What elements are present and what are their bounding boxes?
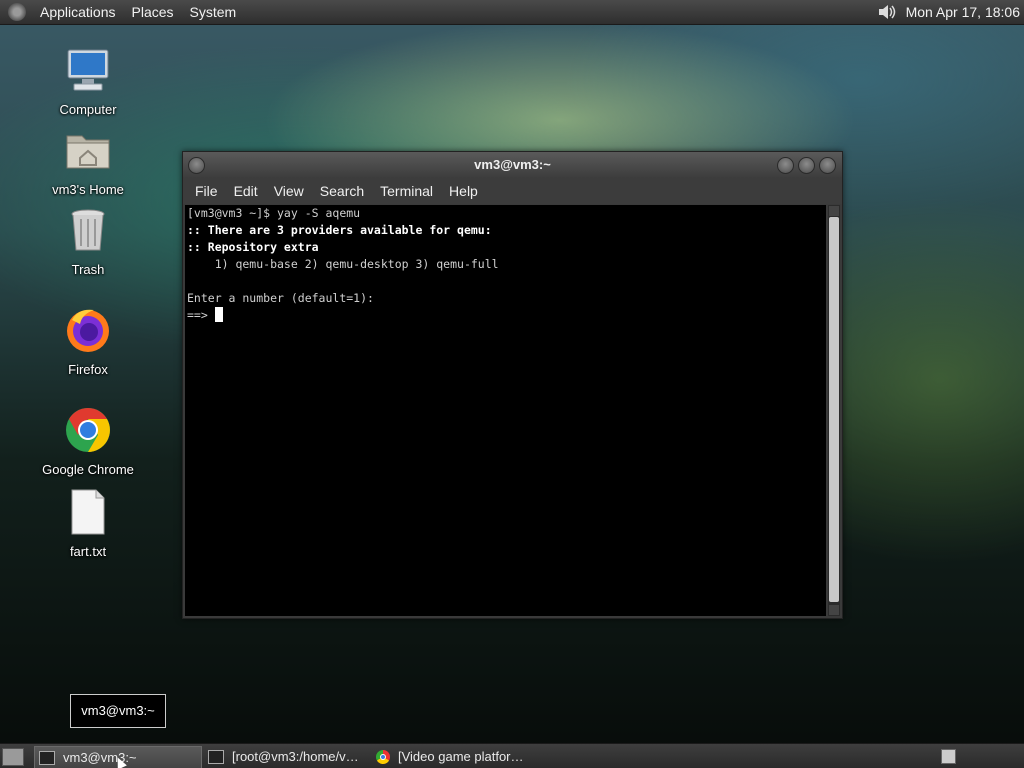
taskbar-tooltip: vm3@vm3:~ [70,694,166,728]
close-button[interactable] [819,157,836,174]
desktop-icon-trash[interactable]: Trash [33,206,143,277]
menu-search[interactable]: Search [312,183,372,199]
scroll-down-arrow-icon[interactable] [829,605,839,615]
desktop-icon-home[interactable]: vm3's Home [33,126,143,197]
terminal-prompt-line[interactable]: ==> [185,307,826,324]
desktop-icon-label: vm3's Home [52,182,124,197]
taskbar-item-label: [Video game platfor… [398,749,524,764]
desktop-icon-computer[interactable]: Computer [33,46,143,117]
scroll-thumb[interactable] [829,217,839,602]
chrome-icon [376,749,390,764]
computer-icon [67,49,109,91]
home-folder-icon [66,135,110,169]
volume-icon[interactable] [876,2,898,22]
terminal-output[interactable]: [vm3@vm3 ~]$ yay -S aqemu :: There are 3… [185,205,826,616]
desktop-icon-label: Google Chrome [42,462,134,477]
show-desktop-icon[interactable] [2,748,24,766]
taskbar-item-chrome[interactable]: [Video game platfor… [372,746,542,767]
terminal-line: Enter a number (default=1): [187,291,374,305]
window-title: vm3@vm3:~ [474,157,551,172]
menu-system[interactable]: System [182,4,245,20]
scroll-up-arrow-icon[interactable] [829,206,839,216]
terminal-window: vm3@vm3:~ File Edit View Search Terminal… [182,151,843,619]
desktop-icon-firefox[interactable]: Firefox [33,306,143,377]
chrome-icon [66,408,110,452]
text-file-icon [71,489,105,535]
taskbar-item-root-terminal[interactable]: [root@vm3:/home/v… [204,746,370,767]
terminal-menubar: File Edit View Search Terminal Help [183,178,842,204]
menu-file[interactable]: File [187,183,226,199]
bottom-panel: vm3@vm3:~ [root@vm3:/home/v… [Video game… [0,743,1024,768]
terminal-line: :: Repository extra [187,240,319,254]
desktop-icon-chrome[interactable]: Google Chrome [33,406,143,477]
desktop-icon-label: Trash [71,262,105,277]
menu-edit[interactable]: Edit [226,183,266,199]
terminal-prompt: ==> [187,308,215,322]
minimize-button[interactable] [777,157,794,174]
terminal-line: [vm3@vm3 ~]$ yay -S aqemu [187,206,361,220]
terminal-icon [208,749,224,764]
desktop-icon-label: fart.txt [69,544,107,559]
workspace-switcher[interactable] [941,749,956,764]
firefox-icon [67,309,109,352]
menu-places[interactable]: Places [124,4,182,20]
terminal-scrollbar[interactable] [828,205,840,616]
menu-terminal[interactable]: Terminal [372,183,441,199]
desktop-icon-label: Computer [59,102,117,117]
distro-logo-icon[interactable] [8,3,26,21]
maximize-button[interactable] [798,157,815,174]
window-titlebar[interactable]: vm3@vm3:~ [183,152,842,178]
taskbar-item-label: [root@vm3:/home/v… [232,749,359,764]
desktop-icon-text-file[interactable]: fart.txt [33,488,143,559]
terminal-line: 1) qemu-base 2) qemu-desktop 3) qemu-ful… [187,257,499,271]
menu-view[interactable]: View [266,183,312,199]
desktop-icon-label: Firefox [68,362,108,377]
terminal-line: :: There are 3 providers available for q… [187,223,492,237]
trash-icon [71,209,105,251]
menu-help[interactable]: Help [441,183,486,199]
top-panel: Applications Places System Mon Apr 17, 1… [0,0,1024,25]
clock[interactable]: Mon Apr 17, 18:06 [906,4,1024,20]
text-cursor [214,307,223,322]
terminal-icon [39,750,55,765]
menu-applications[interactable]: Applications [32,4,124,20]
